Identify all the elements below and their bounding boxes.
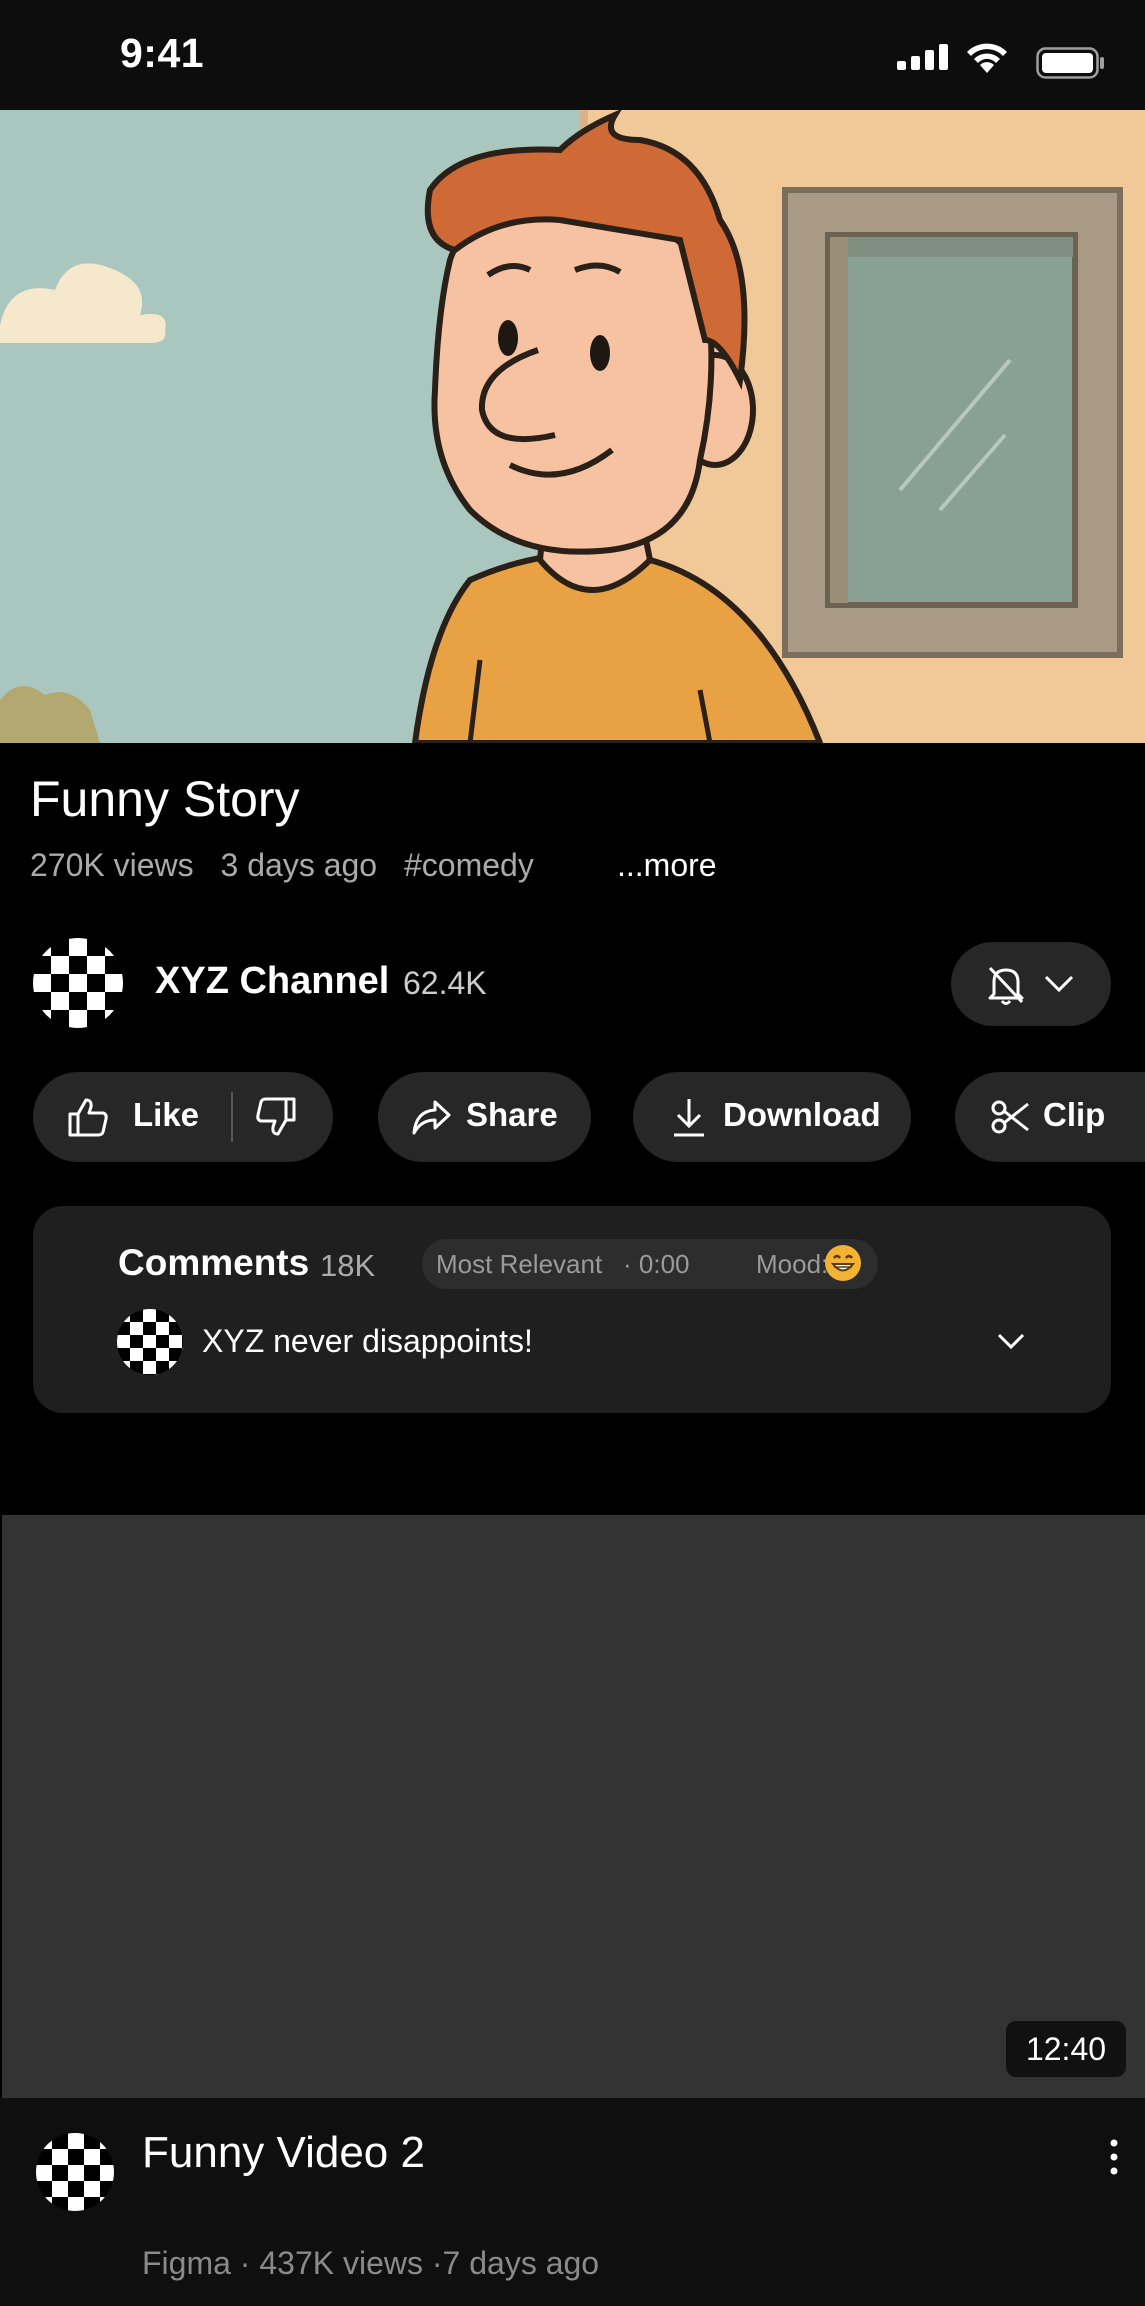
video-player[interactable] — [0, 110, 1145, 743]
more-vert-icon[interactable] — [1104, 2138, 1124, 2176]
download-icon — [674, 1099, 704, 1137]
hashtag-link[interactable]: #comedy — [404, 847, 534, 883]
scissors-icon — [991, 1100, 1029, 1134]
commenter-avatar — [117, 1309, 183, 1375]
next-video-thumbnail[interactable] — [2, 1515, 1145, 2098]
sort-label: Most Relevant — [436, 1249, 603, 1279]
status-bar: 9:41 — [0, 0, 1145, 110]
next-video-channel-avatar[interactable] — [36, 2133, 114, 2211]
share-icon — [412, 1100, 451, 1135]
comments-sort-filter[interactable]: Most Relevant · 0:00 Mood: — [422, 1239, 878, 1289]
next-video-title[interactable]: Funny Video 2 — [142, 2128, 425, 2178]
thumbs-up-icon — [68, 1098, 108, 1137]
channel-name[interactable]: XYZ Channel — [155, 960, 389, 1003]
mood-label: Mood: — [756, 1249, 829, 1279]
download-label: Download — [723, 1096, 881, 1133]
chevron-down-icon — [1044, 975, 1074, 993]
view-count: 270K views — [30, 847, 194, 883]
download-button[interactable]: Download — [633, 1072, 911, 1162]
like-dislike-group: Like — [33, 1072, 333, 1162]
top-comment-text: XYZ never disappoints! — [202, 1323, 533, 1359]
like-button[interactable]: Like — [33, 1072, 233, 1162]
subscriber-count: 62.4K — [403, 965, 487, 1001]
channel-avatar[interactable] — [33, 938, 123, 1028]
comments-title: Comments — [118, 1242, 310, 1283]
video-meta: 270K views 3 days ago #comedy — [30, 847, 552, 884]
signal-icon — [897, 44, 948, 70]
comments-count: 18K — [320, 1248, 376, 1283]
mood-emoji-icon — [825, 1245, 861, 1281]
comments-panel[interactable]: Comments 18K Most Relevant · 0:00 Mood: … — [33, 1206, 1111, 1413]
next-video-meta: Figma · 437K views ·7 days ago — [142, 2245, 600, 2281]
share-label: Share — [466, 1096, 558, 1133]
video-title: Funny Story — [30, 771, 300, 827]
battery-icon — [1036, 47, 1104, 79]
wifi-icon — [967, 43, 1007, 73]
like-label: Like — [133, 1096, 200, 1133]
timestamp-label: · 0:00 — [623, 1249, 690, 1279]
bell-off-icon — [988, 966, 1024, 1005]
share-button[interactable]: Share — [378, 1072, 591, 1162]
expand-comments-chevron-icon[interactable] — [996, 1331, 1026, 1351]
dislike-button[interactable] — [235, 1072, 333, 1162]
upload-age: 3 days ago — [220, 847, 378, 883]
like-divider — [231, 1092, 233, 1142]
video-duration-badge: 12:40 — [1006, 2021, 1126, 2077]
clip-label: Clip — [1043, 1096, 1106, 1133]
clip-button[interactable]: Clip — [955, 1072, 1145, 1162]
more-description-link[interactable]: ...more — [617, 847, 717, 884]
thumbs-down-icon — [256, 1097, 296, 1136]
status-time: 9:41 — [120, 30, 205, 76]
subscribed-notification-button[interactable] — [951, 942, 1111, 1026]
